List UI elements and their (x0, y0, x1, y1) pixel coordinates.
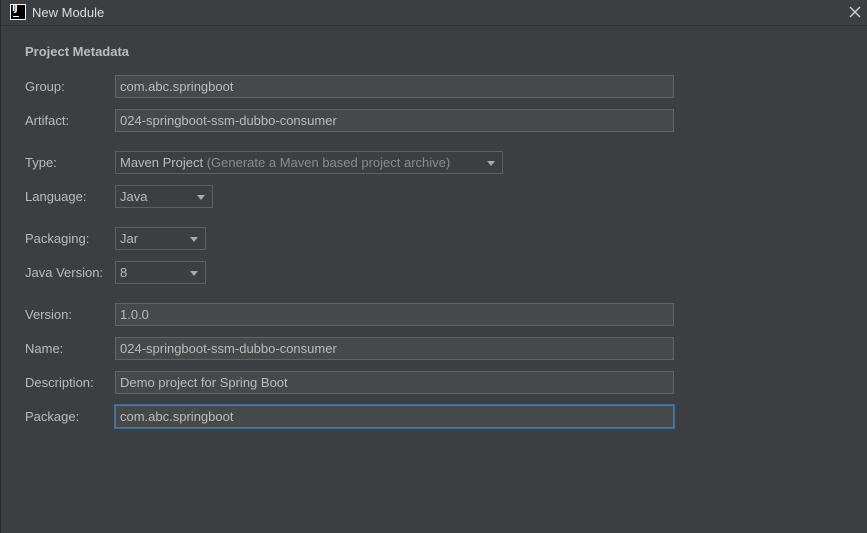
package-label: Package: (25, 409, 80, 424)
language-value: Java (120, 189, 148, 204)
name-field[interactable]: 024-springboot-ssm-dubbo-consumer (115, 337, 674, 360)
description-field[interactable]: Demo project for Spring Boot (115, 371, 674, 394)
new-module-dialog: IJ New Module Project Metadata Group: co… (0, 0, 867, 533)
packaging-label: Packaging: (25, 231, 90, 246)
language-select[interactable]: Java (115, 185, 213, 208)
artifact-label: Artifact: (25, 113, 70, 128)
version-field[interactable]: 1.0.0 (115, 303, 674, 326)
description-label: Description: (25, 375, 94, 390)
language-label: Language: (25, 189, 87, 204)
group-field[interactable]: com.abc.springboot (115, 75, 674, 98)
chevron-down-icon (190, 237, 198, 242)
java-version-label: Java Version: (25, 265, 104, 280)
close-icon (849, 6, 861, 18)
version-label: Version: (25, 307, 72, 322)
intellij-idea-icon: IJ (10, 4, 26, 20)
group-label: Group: (25, 79, 65, 94)
chevron-down-icon (190, 271, 198, 276)
type-hint: (Generate a Maven based project archive) (206, 155, 451, 170)
type-label: Type: (25, 155, 57, 170)
close-button[interactable] (846, 3, 864, 21)
window-title: New Module (32, 5, 105, 20)
chevron-down-icon (197, 195, 205, 200)
name-label: Name: (25, 341, 64, 356)
section-title: Project Metadata (25, 44, 130, 59)
packaging-value: Jar (120, 231, 139, 246)
chevron-down-icon (487, 161, 495, 166)
type-select[interactable]: Maven Project (Generate a Maven based pr… (115, 151, 503, 174)
packaging-select[interactable]: Jar (115, 227, 206, 250)
package-field[interactable]: com.abc.springboot (115, 405, 674, 428)
type-value: Maven Project (120, 155, 207, 170)
java-version-value: 8 (120, 265, 128, 280)
java-version-select[interactable]: 8 (115, 261, 206, 284)
artifact-field[interactable]: 024-springboot-ssm-dubbo-consumer (115, 109, 674, 132)
title-bar: IJ New Module (1, 0, 867, 26)
